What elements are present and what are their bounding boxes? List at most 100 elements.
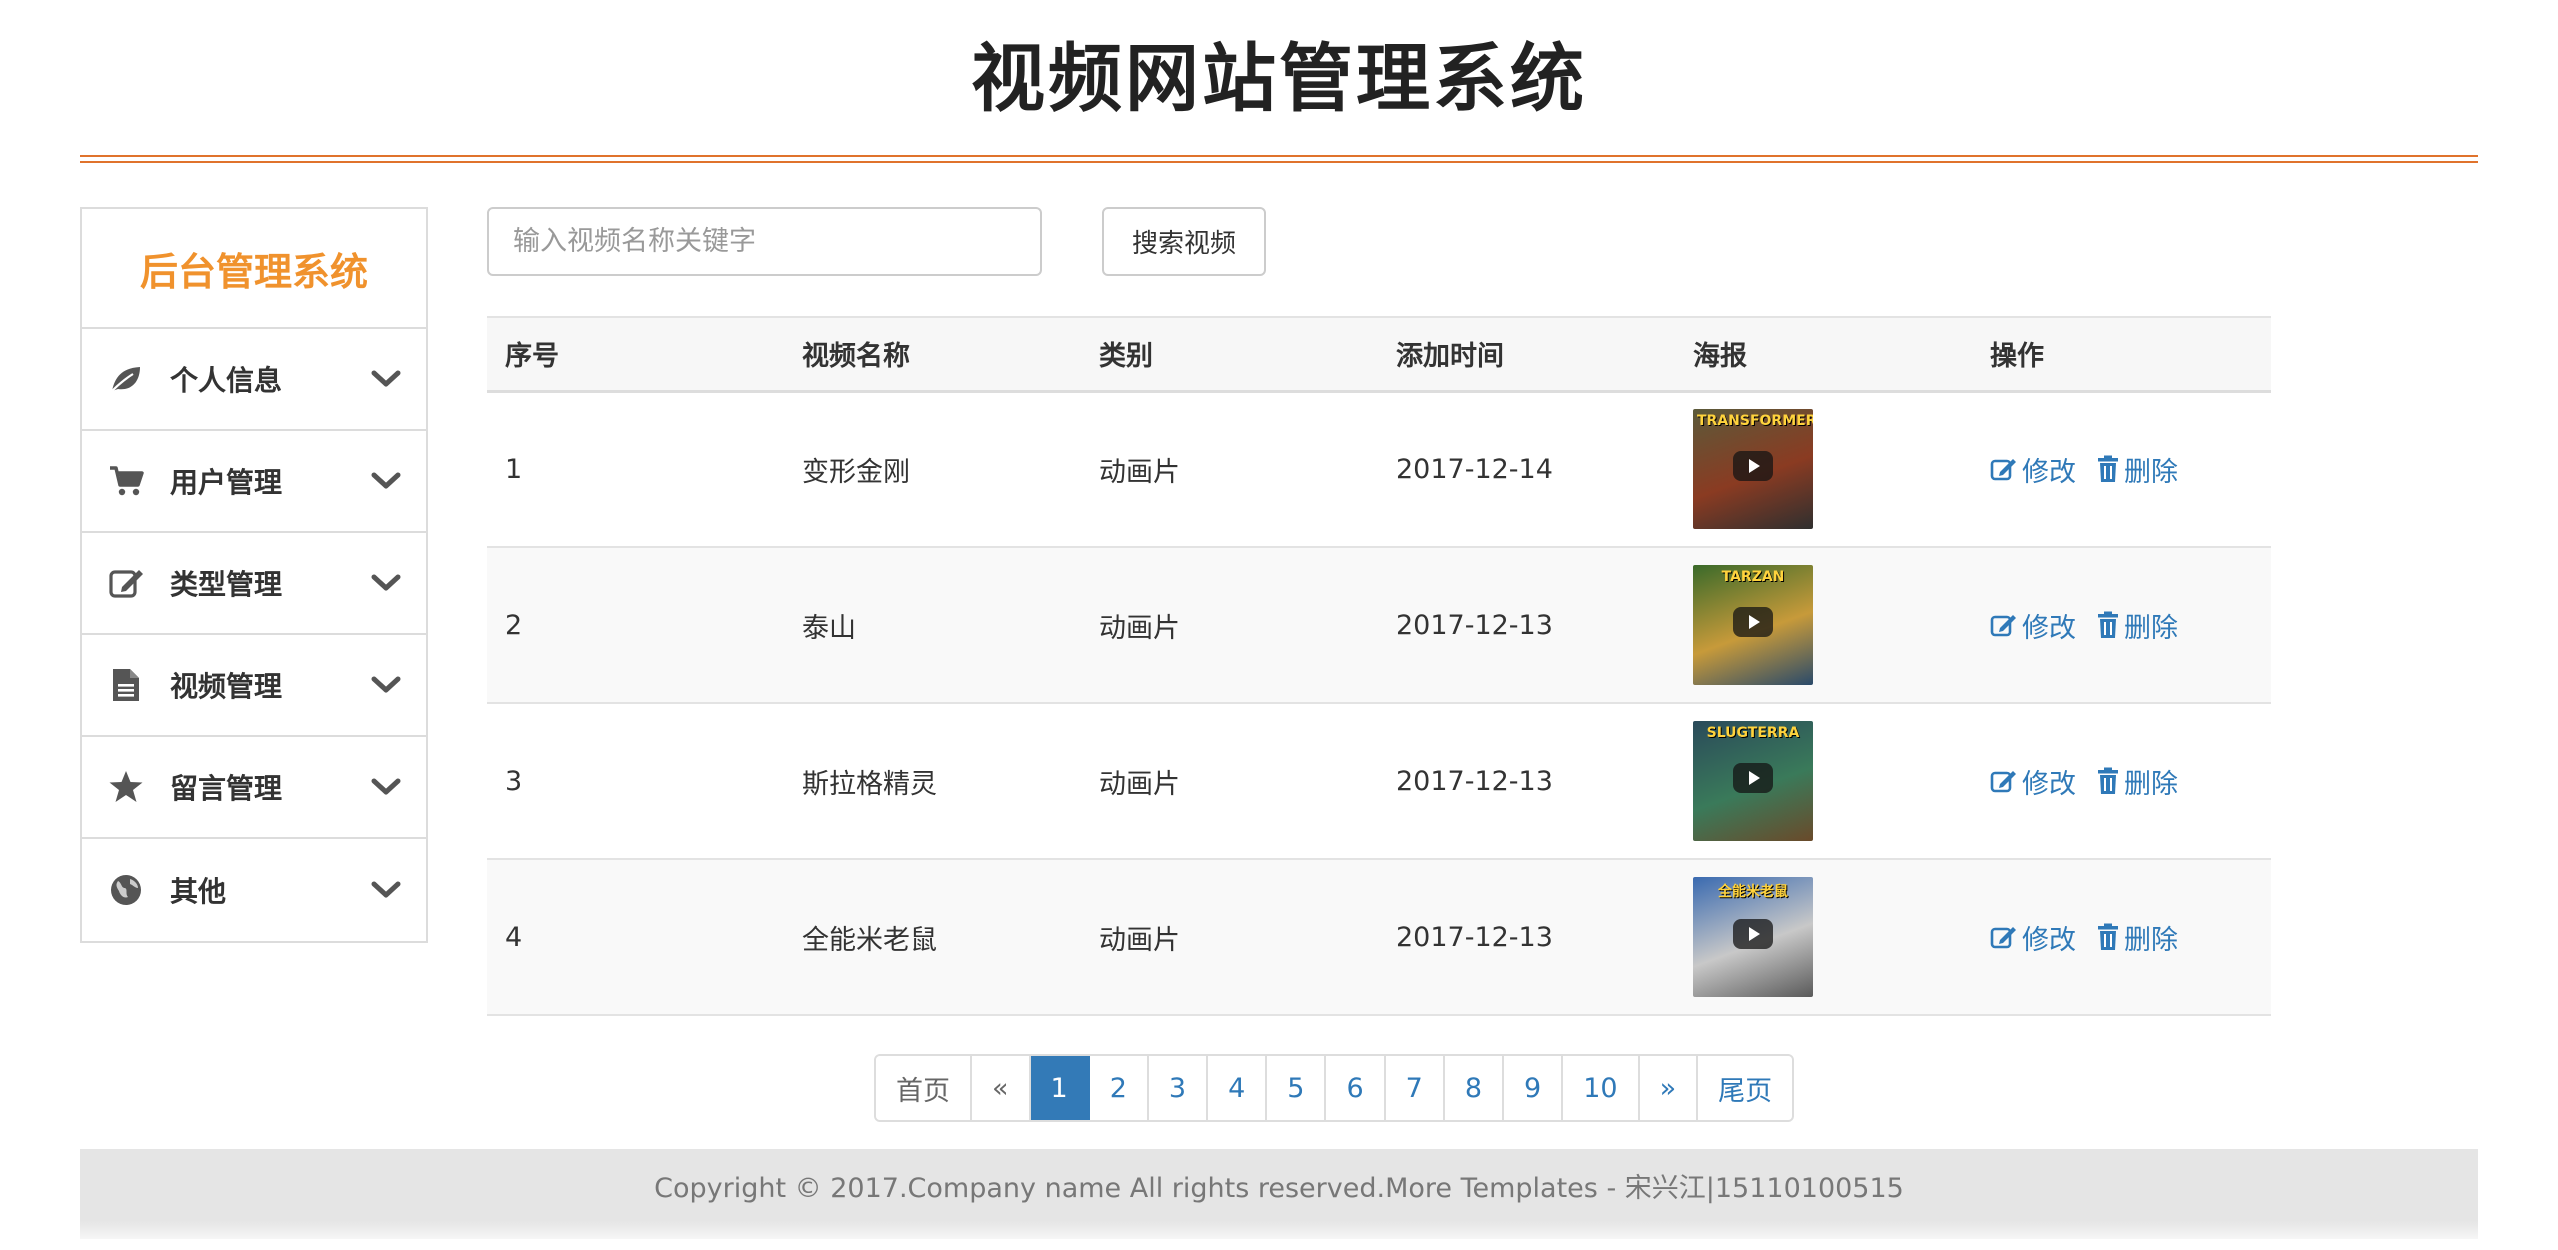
poster-thumbnail[interactable]: TARZAN bbox=[1693, 565, 1813, 685]
trash-icon bbox=[2098, 923, 2118, 950]
trash-icon bbox=[2098, 455, 2118, 483]
poster-title: TRANSFORMERS bbox=[1697, 413, 1813, 430]
sidebar-item-other[interactable]: 其他 bbox=[82, 839, 426, 941]
table-header-row: 序号 视频名称 类别 添加时间 海报 操作 bbox=[487, 316, 2271, 393]
play-icon bbox=[1733, 607, 1773, 637]
cell-poster: 全能米老鼠 bbox=[1675, 859, 1972, 1016]
play-icon bbox=[1733, 919, 1773, 949]
play-icon bbox=[1733, 763, 1773, 793]
edit-button[interactable]: 修改 bbox=[1990, 606, 2076, 645]
cell-actions: 修改 删除 bbox=[1972, 391, 2271, 548]
pagination-page[interactable]: 2 bbox=[1089, 1056, 1149, 1120]
cell-index: 3 bbox=[487, 703, 784, 860]
cell-video-name: 变形金刚 bbox=[784, 391, 1081, 548]
pagination-page[interactable]: 6 bbox=[1326, 1056, 1386, 1120]
search-input[interactable] bbox=[487, 207, 1042, 276]
cell-poster: TRANSFORMERS bbox=[1675, 391, 1972, 548]
sidebar-item-message-management[interactable]: 留言管理 bbox=[82, 737, 426, 839]
pagination-page[interactable]: 8 bbox=[1444, 1056, 1505, 1120]
cell-actions: 修改 删除 bbox=[1972, 859, 2271, 1016]
chevron-down-icon[interactable] bbox=[368, 667, 404, 703]
cell-date: 2017-12-14 bbox=[1378, 391, 1675, 548]
cell-video-name: 泰山 bbox=[784, 547, 1081, 704]
pagination-last[interactable]: 尾页 bbox=[1698, 1056, 1793, 1120]
cell-category: 动画片 bbox=[1081, 391, 1378, 548]
play-icon bbox=[1733, 451, 1773, 482]
chevron-down-icon[interactable] bbox=[368, 361, 404, 397]
cell-category: 动画片 bbox=[1081, 859, 1378, 1016]
pagination-page[interactable]: 3 bbox=[1148, 1056, 1209, 1120]
pagination-prev[interactable]: « bbox=[972, 1056, 1031, 1120]
pagination-page[interactable]: 7 bbox=[1385, 1056, 1445, 1120]
delete-button[interactable]: 删除 bbox=[2096, 918, 2178, 957]
edit-label: 修改 bbox=[2022, 768, 2076, 800]
pagination-page[interactable]: 9 bbox=[1504, 1056, 1564, 1120]
pagination-page[interactable]: 10 bbox=[1563, 1056, 1640, 1120]
edit-icon bbox=[106, 563, 146, 603]
site-title: 视频网站管理系统 bbox=[971, 36, 1587, 122]
pagination-page[interactable]: 4 bbox=[1208, 1056, 1268, 1120]
edit-icon bbox=[1990, 459, 2016, 481]
edit-button[interactable]: 修改 bbox=[1990, 762, 2076, 801]
delete-button[interactable]: 删除 bbox=[2096, 450, 2178, 489]
search-button[interactable]: 搜索视频 bbox=[1102, 207, 1266, 276]
sidebar: 后台管理系统 个人信息 用户管理 类型管理 视频管理 留言管理 其他 bbox=[80, 207, 428, 943]
edit-icon bbox=[1990, 771, 2016, 793]
table-row: 3 斯拉格精灵 动画片 2017-12-13 SLUGTERRA 修改 删除 bbox=[487, 703, 2271, 860]
sidebar-item-label: 视频管理 bbox=[170, 670, 283, 703]
pagination-page[interactable]: 1 bbox=[1030, 1056, 1090, 1120]
title-divider bbox=[80, 155, 2478, 163]
chevron-down-icon[interactable] bbox=[368, 872, 404, 908]
sidebar-item-label: 类型管理 bbox=[170, 568, 283, 601]
pagination: 首页 «1 2 3 4 5 6 7 8 9 10» 尾页 bbox=[874, 1054, 1795, 1122]
cell-video-name: 斯拉格精灵 bbox=[784, 703, 1081, 860]
cell-poster: TARZAN bbox=[1675, 547, 1972, 704]
delete-button[interactable]: 删除 bbox=[2096, 762, 2178, 801]
cell-actions: 修改 删除 bbox=[1972, 703, 2271, 860]
sidebar-item-type-management[interactable]: 类型管理 bbox=[82, 533, 426, 635]
edit-button[interactable]: 修改 bbox=[1990, 918, 2076, 957]
cell-date: 2017-12-13 bbox=[1378, 859, 1675, 1016]
column-header-category: 类别 bbox=[1081, 316, 1378, 393]
edit-button[interactable]: 修改 bbox=[1990, 450, 2076, 489]
delete-label: 删除 bbox=[2124, 768, 2178, 800]
chevron-down-icon[interactable] bbox=[368, 769, 404, 805]
sidebar-item-personal-info[interactable]: 个人信息 bbox=[82, 329, 426, 431]
cart-icon bbox=[106, 461, 146, 501]
trash-icon bbox=[2098, 611, 2118, 638]
cell-index: 2 bbox=[487, 547, 784, 704]
edit-icon bbox=[1990, 615, 2016, 637]
cell-date: 2017-12-13 bbox=[1378, 703, 1675, 860]
cell-category: 动画片 bbox=[1081, 547, 1378, 704]
chevron-down-icon[interactable] bbox=[368, 463, 404, 499]
poster-title: SLUGTERRA bbox=[1706, 725, 1800, 741]
pagination-first[interactable]: 首页 bbox=[876, 1056, 972, 1120]
column-header-actions: 操作 bbox=[1972, 316, 2271, 393]
sidebar-item-video-management[interactable]: 视频管理 bbox=[82, 635, 426, 737]
footer: Copyright © 2017.Company name All rights… bbox=[80, 1149, 2478, 1221]
cell-video-name: 全能米老鼠 bbox=[784, 859, 1081, 1016]
poster-thumbnail[interactable]: TRANSFORMERS bbox=[1693, 409, 1813, 530]
delete-label: 删除 bbox=[2124, 924, 2178, 956]
chevron-down-icon[interactable] bbox=[368, 565, 404, 601]
delete-label: 删除 bbox=[2124, 456, 2178, 488]
sidebar-item-label: 个人信息 bbox=[170, 364, 283, 397]
table-row: 1 变形金刚 动画片 2017-12-14 TRANSFORMERS 修改 删除 bbox=[487, 391, 2271, 548]
poster-thumbnail[interactable]: 全能米老鼠 bbox=[1693, 877, 1813, 997]
pagination-next[interactable]: » bbox=[1639, 1056, 1699, 1120]
table-row: 2 泰山 动画片 2017-12-13 TARZAN 修改 删除 bbox=[487, 547, 2271, 704]
column-header-date: 添加时间 bbox=[1378, 316, 1675, 393]
edit-label: 修改 bbox=[2022, 924, 2076, 956]
sidebar-item-user-management[interactable]: 用户管理 bbox=[82, 431, 426, 533]
footer-shadow bbox=[80, 1221, 2478, 1239]
column-header-name: 视频名称 bbox=[784, 316, 1081, 393]
cell-actions: 修改 删除 bbox=[1972, 547, 2271, 704]
leaf-icon bbox=[106, 359, 146, 399]
column-header-index: 序号 bbox=[487, 316, 784, 393]
poster-title: TARZAN bbox=[1721, 569, 1785, 585]
sidebar-item-label: 留言管理 bbox=[170, 772, 283, 805]
globe-icon bbox=[106, 870, 146, 910]
pagination-page[interactable]: 5 bbox=[1267, 1056, 1327, 1120]
poster-thumbnail[interactable]: SLUGTERRA bbox=[1693, 721, 1813, 841]
delete-button[interactable]: 删除 bbox=[2096, 606, 2178, 645]
